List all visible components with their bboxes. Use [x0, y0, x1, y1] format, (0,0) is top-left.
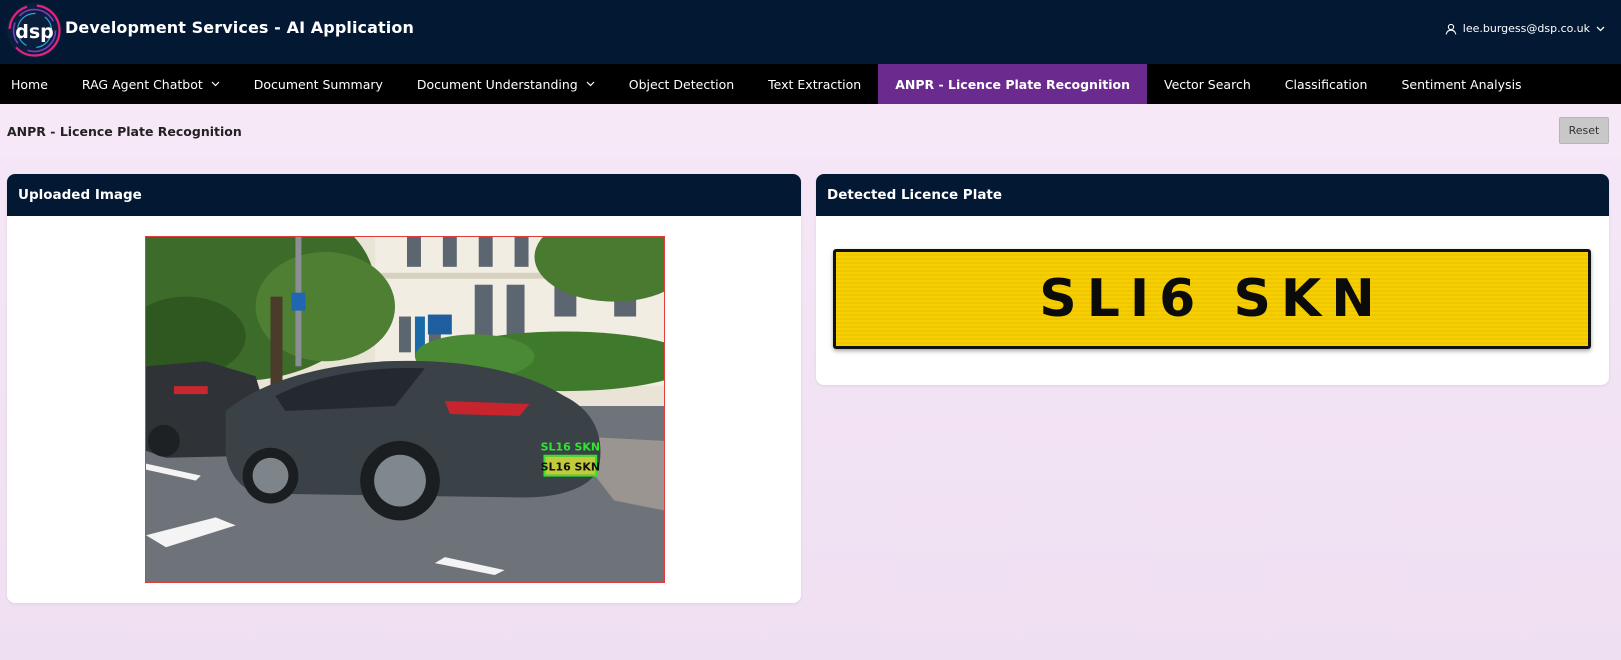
chevron-down-icon	[586, 81, 595, 87]
nav-label: Document Understanding	[416, 76, 578, 92]
nav-label: RAG Agent Chatbot	[81, 76, 203, 92]
user-icon	[1445, 23, 1457, 35]
detected-plate-card: Detected Licence Plate SLI6 SKN	[816, 174, 1609, 385]
card-title: Detected Licence Plate	[816, 174, 1609, 216]
nav-object-detection[interactable]: Object Detection	[612, 64, 751, 104]
nav-label: Home	[11, 76, 48, 92]
app-title: Development Services - AI Application	[65, 18, 414, 37]
car-photo: SL16 SKN SL16 SKN	[146, 237, 664, 582]
licence-plate: SLI6 SKN	[833, 249, 1591, 349]
detection-label: SL16 SKN	[541, 441, 600, 454]
chevron-down-icon	[211, 81, 220, 87]
logo-text: dsp	[15, 21, 54, 43]
nav-home[interactable]: Home	[0, 64, 65, 104]
main-nav: Home RAG Agent Chatbot Document Summary …	[0, 64, 1621, 104]
plate-text: SLI6 SKN	[1039, 269, 1385, 329]
uploaded-image: SL16 SKN SL16 SKN	[145, 236, 665, 583]
dsp-logo[interactable]: dsp	[7, 3, 62, 58]
nav-anpr[interactable]: ANPR - Licence Plate Recognition	[878, 64, 1147, 104]
reset-button[interactable]: Reset	[1559, 117, 1609, 144]
car-plate-text: SL16 SKN	[541, 461, 600, 474]
page-title: ANPR - Licence Plate Recognition	[7, 124, 242, 139]
nav-rag-agent-chatbot[interactable]: RAG Agent Chatbot	[65, 64, 237, 104]
user-menu[interactable]: lee.burgess@dsp.co.uk	[1445, 22, 1605, 35]
nav-label: Classification	[1284, 76, 1368, 92]
page-title-bar: ANPR - Licence Plate Recognition Reset	[0, 104, 1621, 158]
nav-label: ANPR - Licence Plate Recognition	[895, 76, 1130, 92]
nav-sentiment-analysis[interactable]: Sentiment Analysis	[1384, 64, 1538, 104]
uploaded-image-card: Uploaded Image SL16 SKN SL16 SKN	[7, 174, 801, 603]
user-email: lee.burgess@dsp.co.uk	[1462, 22, 1590, 35]
chevron-down-icon	[1596, 26, 1605, 31]
dsp-logo-icon: dsp	[8, 4, 61, 57]
nav-vector-search[interactable]: Vector Search	[1147, 64, 1268, 104]
card-title: Uploaded Image	[7, 174, 801, 216]
nav-text-extraction[interactable]: Text Extraction	[751, 64, 878, 104]
nav-label: Document Summary	[253, 76, 383, 92]
app-header: dsp Development Services - AI Applicatio…	[0, 0, 1621, 64]
nav-label: Text Extraction	[768, 76, 862, 92]
nav-label: Object Detection	[628, 76, 735, 92]
nav-label: Sentiment Analysis	[1401, 76, 1522, 92]
nav-document-understanding[interactable]: Document Understanding	[400, 64, 612, 104]
nav-label: Vector Search	[1164, 76, 1251, 92]
nav-classification[interactable]: Classification	[1268, 64, 1385, 104]
nav-document-summary[interactable]: Document Summary	[237, 64, 400, 104]
